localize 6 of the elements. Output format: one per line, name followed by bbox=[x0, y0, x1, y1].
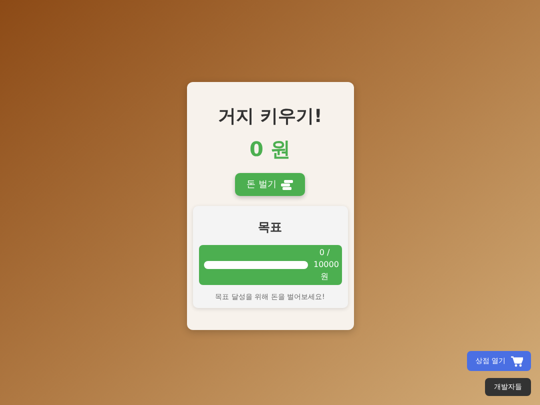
coins-icon bbox=[281, 180, 294, 190]
money-amount: 0 원 bbox=[250, 136, 290, 163]
earn-money-button[interactable]: 돈 벌기 bbox=[234, 173, 306, 196]
goal-title: 목표 bbox=[258, 219, 282, 236]
game-title: 거지 키우기! bbox=[218, 105, 322, 128]
cart-icon bbox=[510, 356, 523, 366]
